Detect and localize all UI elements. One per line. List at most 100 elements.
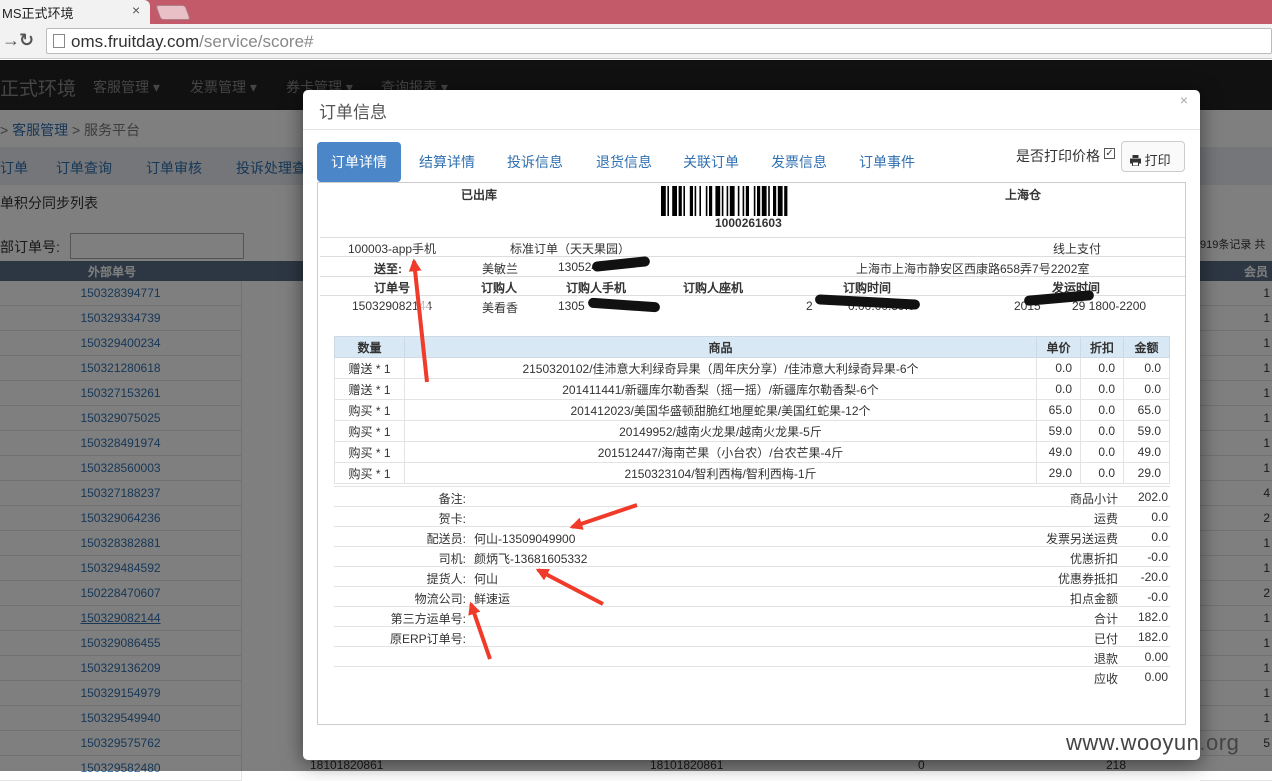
- info-value: 何山: [474, 572, 499, 586]
- order-time-prefix: 2: [806, 299, 813, 313]
- ship-time: 29 1800-2200: [1072, 299, 1147, 313]
- tab-settlement[interactable]: 结算详情: [419, 142, 475, 182]
- url-host: oms.fruitday.com: [71, 32, 200, 51]
- tab-complaint[interactable]: 投诉信息: [507, 142, 563, 182]
- info-label: 物流公司:: [414, 592, 466, 606]
- back-arrow-icon[interactable]: →: [2, 30, 20, 51]
- barcode-bar: [667, 186, 669, 216]
- goods-discount: 0.0: [1080, 441, 1124, 463]
- barcode-bar: [784, 186, 788, 216]
- summary-label: 扣点金额: [1069, 592, 1118, 606]
- goods-discount: 0.0: [1080, 357, 1124, 379]
- ship-to-label: 送至:: [374, 262, 402, 276]
- barcode-bar: [705, 186, 708, 216]
- col-header-buyer-phone: 订购人手机: [566, 281, 627, 295]
- browser-tab-title: MS正式环境: [2, 6, 74, 21]
- order-info-modal: 订单信息 × 订单详情 结算详情 投诉信息 退货信息 关联订单 发票信息 订单事…: [303, 90, 1200, 760]
- summary-label: 运费: [1093, 512, 1118, 526]
- goods-row: 赠送 * 1 2150320102/佳沛意大利绿奇异果（周年庆分享）/佳沛意大利绿…: [334, 357, 1170, 379]
- info-label: 司机:: [438, 552, 466, 566]
- summary-value: 0.00: [1144, 650, 1168, 664]
- order-channel: 100003-app手机: [348, 242, 437, 256]
- print-button[interactable]: 打印: [1121, 141, 1185, 172]
- barcode-bar: [729, 186, 735, 216]
- barcode-bar: [768, 186, 770, 216]
- redaction-mark: [591, 255, 651, 273]
- goods-price: 0.0: [1036, 378, 1081, 400]
- summary-value: 0.00: [1144, 670, 1168, 684]
- barcode-bar: [761, 186, 767, 216]
- summary-label: 发票另送运费: [1045, 532, 1118, 546]
- printer-icon: [1130, 155, 1141, 167]
- ship-address: 上海市上海市静安区西康路658弄7号2202室: [856, 262, 1090, 276]
- goods-header-discount: 折扣: [1080, 336, 1124, 358]
- goods-price: 0.0: [1036, 357, 1081, 379]
- close-icon[interactable]: ×: [1180, 92, 1188, 108]
- order-type: 标准订单（天天果园）: [510, 242, 631, 256]
- goods-qty: 购买 * 1: [334, 420, 405, 442]
- goods-row: 赠送 * 1 201411441/新疆库尔勒香梨（摇一摇）/新疆库尔勒香梨-6个 0…: [334, 378, 1170, 400]
- barcode-bar: [661, 186, 666, 216]
- goods-amount: 59.0: [1123, 420, 1170, 442]
- barcode-bar: [742, 186, 745, 216]
- browser-tabstrip: MS正式环境 ×: [0, 0, 1272, 24]
- col-header-buyer: 订购人: [481, 281, 518, 295]
- info-row: 配送员: 何山-13509049900 发票另送运费 0.0: [334, 526, 1170, 546]
- barcode-bar: [709, 186, 713, 216]
- info-value: 鲜速运: [474, 592, 511, 606]
- barcode-bar: [773, 186, 777, 216]
- barcode-number: 1000261603: [715, 216, 782, 230]
- goods-discount: 0.0: [1080, 420, 1124, 442]
- goods-header-amount: 金额: [1123, 336, 1170, 358]
- barcode-bar: [737, 186, 740, 216]
- goods-name: 201412023/美国华盛顿甜脆红地厘蛇果/美国红蛇果-12个: [404, 399, 1037, 421]
- info-label: 第三方运单号:: [390, 612, 466, 626]
- buyer-phone: 1305: [558, 299, 585, 313]
- buyer-name: 美看香: [482, 301, 519, 315]
- tab-related-order[interactable]: 关联订单: [683, 142, 739, 182]
- info-label: 贺卡:: [438, 512, 466, 526]
- info-row: 提货人: 何山 优惠券抵扣 -20.0: [334, 566, 1170, 586]
- info-value: 颜炳飞-13681605332: [474, 552, 588, 566]
- warehouse: 上海仓: [1005, 188, 1042, 202]
- summary-value: -0.0: [1147, 590, 1168, 604]
- barcode-bar: [699, 186, 701, 216]
- new-tab-button[interactable]: [155, 5, 191, 20]
- goods-discount: 0.0: [1080, 462, 1124, 484]
- tab-return[interactable]: 退货信息: [596, 142, 652, 182]
- goods-row: 购买 * 1 201512447/海南芒果（小台农）/台农芒果-4斤 49.0 0.0…: [334, 441, 1170, 463]
- summary-label: 优惠券抵扣: [1057, 572, 1118, 586]
- info-label: 备注:: [438, 492, 466, 506]
- browser-toolbar: → ↻ oms.fruitday.com/service/score#: [0, 24, 1272, 59]
- payment-method: 线上支付: [1053, 242, 1102, 256]
- barcode-image: [661, 186, 788, 216]
- summary-value: -20.0: [1140, 570, 1168, 584]
- tab-order-event[interactable]: 订单事件: [859, 142, 915, 182]
- browser-tab[interactable]: MS正式环境 ×: [0, 0, 150, 24]
- tab-invoice[interactable]: 发票信息: [771, 142, 827, 182]
- col-header-buyer-landline: 订购人座机: [683, 281, 744, 295]
- tab-order-detail[interactable]: 订单详情: [317, 142, 401, 182]
- col-header-order-time: 订购时间: [843, 281, 892, 295]
- col-header-order-no: 订单号: [374, 281, 411, 295]
- print-price-checkbox[interactable]: ✓: [1104, 148, 1115, 159]
- barcode-bar: [777, 186, 783, 216]
- tab-close-icon[interactable]: ×: [132, 2, 140, 18]
- modal-title: 订单信息: [319, 103, 387, 122]
- goods-price: 29.0: [1036, 462, 1081, 484]
- goods-amount: 0.0: [1123, 378, 1170, 400]
- summary-label: 应收: [1093, 672, 1118, 686]
- goods-header-qty: 数量: [334, 336, 405, 358]
- address-bar[interactable]: oms.fruitday.com/service/score#: [46, 28, 1272, 54]
- barcode-bar: [753, 186, 756, 216]
- info-row: 第三方运单号: 合计 182.0: [334, 606, 1170, 626]
- goods-qty: 购买 * 1: [334, 462, 405, 484]
- summary-label: 已付: [1093, 632, 1118, 646]
- reload-icon[interactable]: ↻: [19, 30, 34, 51]
- goods-row: 购买 * 1 201412023/美国华盛顿甜脆红地厘蛇果/美国红蛇果-12个 65…: [334, 399, 1170, 421]
- barcode-bar: [715, 186, 721, 216]
- goods-qty: 赠送 * 1: [334, 357, 405, 379]
- goods-name: 201411441/新疆库尔勒香梨（摇一摇）/新疆库尔勒香梨-6个: [404, 378, 1037, 400]
- goods-price: 49.0: [1036, 441, 1081, 463]
- goods-name: 201512447/海南芒果（小台农）/台农芒果-4斤: [404, 441, 1037, 463]
